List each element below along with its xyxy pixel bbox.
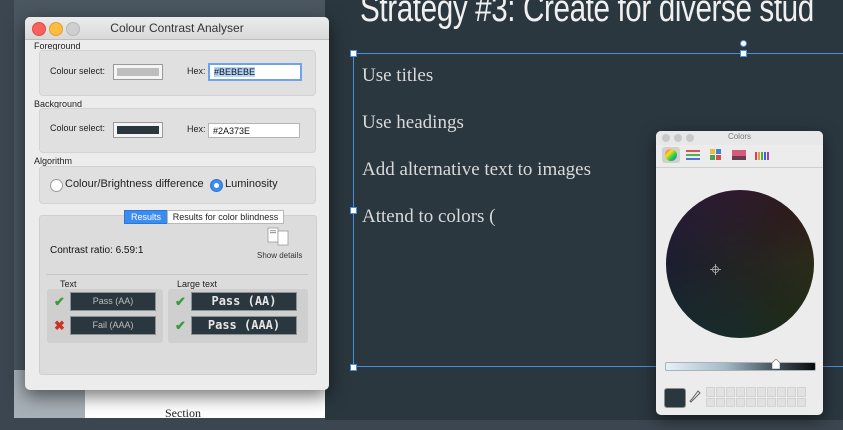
luminosity-label[interactable]: Luminosity (225, 178, 278, 190)
fail-cross-icon: ✖ (54, 318, 65, 333)
colors-title: Colors (727, 132, 752, 141)
large-text-aaa-result: Pass (AAA) (191, 316, 297, 335)
large-text-aa-result: Pass (AA) (191, 292, 297, 311)
colour-contrast-analyser-window: Colour Contrast Analyser Foreground Colo… (25, 17, 329, 390)
image-palettes-icon[interactable] (730, 147, 748, 163)
resize-handle-bottom-left[interactable] (350, 364, 357, 371)
resize-handle-top-left[interactable] (350, 50, 357, 57)
window-titlebar[interactable]: Colour Contrast Analyser (25, 17, 329, 40)
crayons-icon[interactable] (753, 147, 771, 163)
algorithm-group: Colour/Brightness difference Luminosity (39, 166, 316, 204)
bullet-item[interactable]: Attend to colors ( (362, 206, 496, 228)
algorithm-heading: Algorithm (34, 156, 73, 166)
colors-titlebar[interactable]: Colors (656, 131, 823, 145)
colors-panel: Colors (656, 131, 823, 415)
background-hex-value: #2A373E (213, 126, 251, 136)
foreground-hex-input[interactable]: #BEBEBE (208, 63, 302, 81)
pass-check-icon: ✔ (54, 294, 65, 309)
color-palettes-icon[interactable] (707, 147, 725, 163)
show-details-icon[interactable] (266, 225, 292, 247)
colour-brightness-label[interactable]: Colour/Brightness difference (65, 178, 204, 190)
bullet-item[interactable]: Use headings (362, 112, 464, 134)
document-margin (0, 0, 14, 430)
slide-title[interactable]: Strategy #3: Create for diverse stud (360, 0, 814, 31)
large-text-results-group: ✔ Pass (AA) ✔ Pass (AAA) (168, 289, 308, 343)
foreground-colour-swatch[interactable] (113, 64, 163, 80)
contrast-ratio: Contrast ratio: 6.59:1 (50, 245, 144, 256)
bullet-item[interactable]: Add alternative text to images (362, 159, 591, 181)
pass-check-icon: ✔ (175, 294, 186, 309)
colors-toolbar (656, 145, 823, 168)
color-wheel-icon[interactable] (662, 147, 680, 163)
tab-results-color-blindness[interactable]: Results for color blindness (167, 210, 284, 224)
resize-handle-left[interactable] (350, 207, 357, 214)
tab-results[interactable]: Results (124, 210, 168, 224)
text-results-group: ✔ Pass (AA) ✖ Fail (AAA) (47, 289, 163, 343)
foreground-hex-label: Hex: (187, 66, 206, 76)
slider-knob[interactable] (772, 359, 780, 369)
swatch-palette[interactable] (706, 387, 806, 407)
eyedropper-icon[interactable] (688, 389, 702, 405)
resize-handle-top[interactable] (740, 50, 747, 57)
text-aaa-result: Fail (AAA) (70, 316, 156, 335)
background-colour-swatch[interactable] (113, 122, 163, 138)
text-aa-result: Pass (AA) (70, 292, 156, 311)
show-details-label[interactable]: Show details (257, 251, 302, 260)
results-divider (46, 274, 308, 275)
color-sliders-icon[interactable] (684, 147, 702, 163)
foreground-group: Colour select: Hex: #BEBEBE (39, 50, 316, 96)
background-hex-label: Hex: (187, 124, 206, 134)
brightness-slider[interactable] (665, 362, 816, 371)
large-text-heading: Large text (177, 279, 218, 289)
crosshair-icon[interactable] (710, 264, 721, 275)
bullet-item[interactable]: Use titles (362, 65, 433, 87)
text-heading: Text (60, 279, 77, 289)
pass-check-icon: ✔ (175, 318, 186, 333)
color-wheel[interactable] (666, 190, 814, 338)
background-group: Colour select: Hex: #2A373E (39, 108, 316, 153)
window-title: Colour Contrast Analyser (110, 21, 244, 35)
results-pane: Results Results for color blindness Cont… (39, 210, 317, 375)
foreground-hex-value: #BEBEBE (214, 67, 256, 77)
luminosity-radio[interactable] (210, 179, 223, 192)
rotate-handle[interactable] (740, 40, 747, 47)
foreground-colour-select-label: Colour select: (50, 66, 106, 76)
background-colour-select-label: Colour select: (50, 123, 106, 133)
current-color-swatch[interactable] (664, 388, 686, 408)
colour-brightness-radio[interactable] (50, 179, 63, 192)
background-hex-input[interactable]: #2A373E (208, 123, 300, 138)
